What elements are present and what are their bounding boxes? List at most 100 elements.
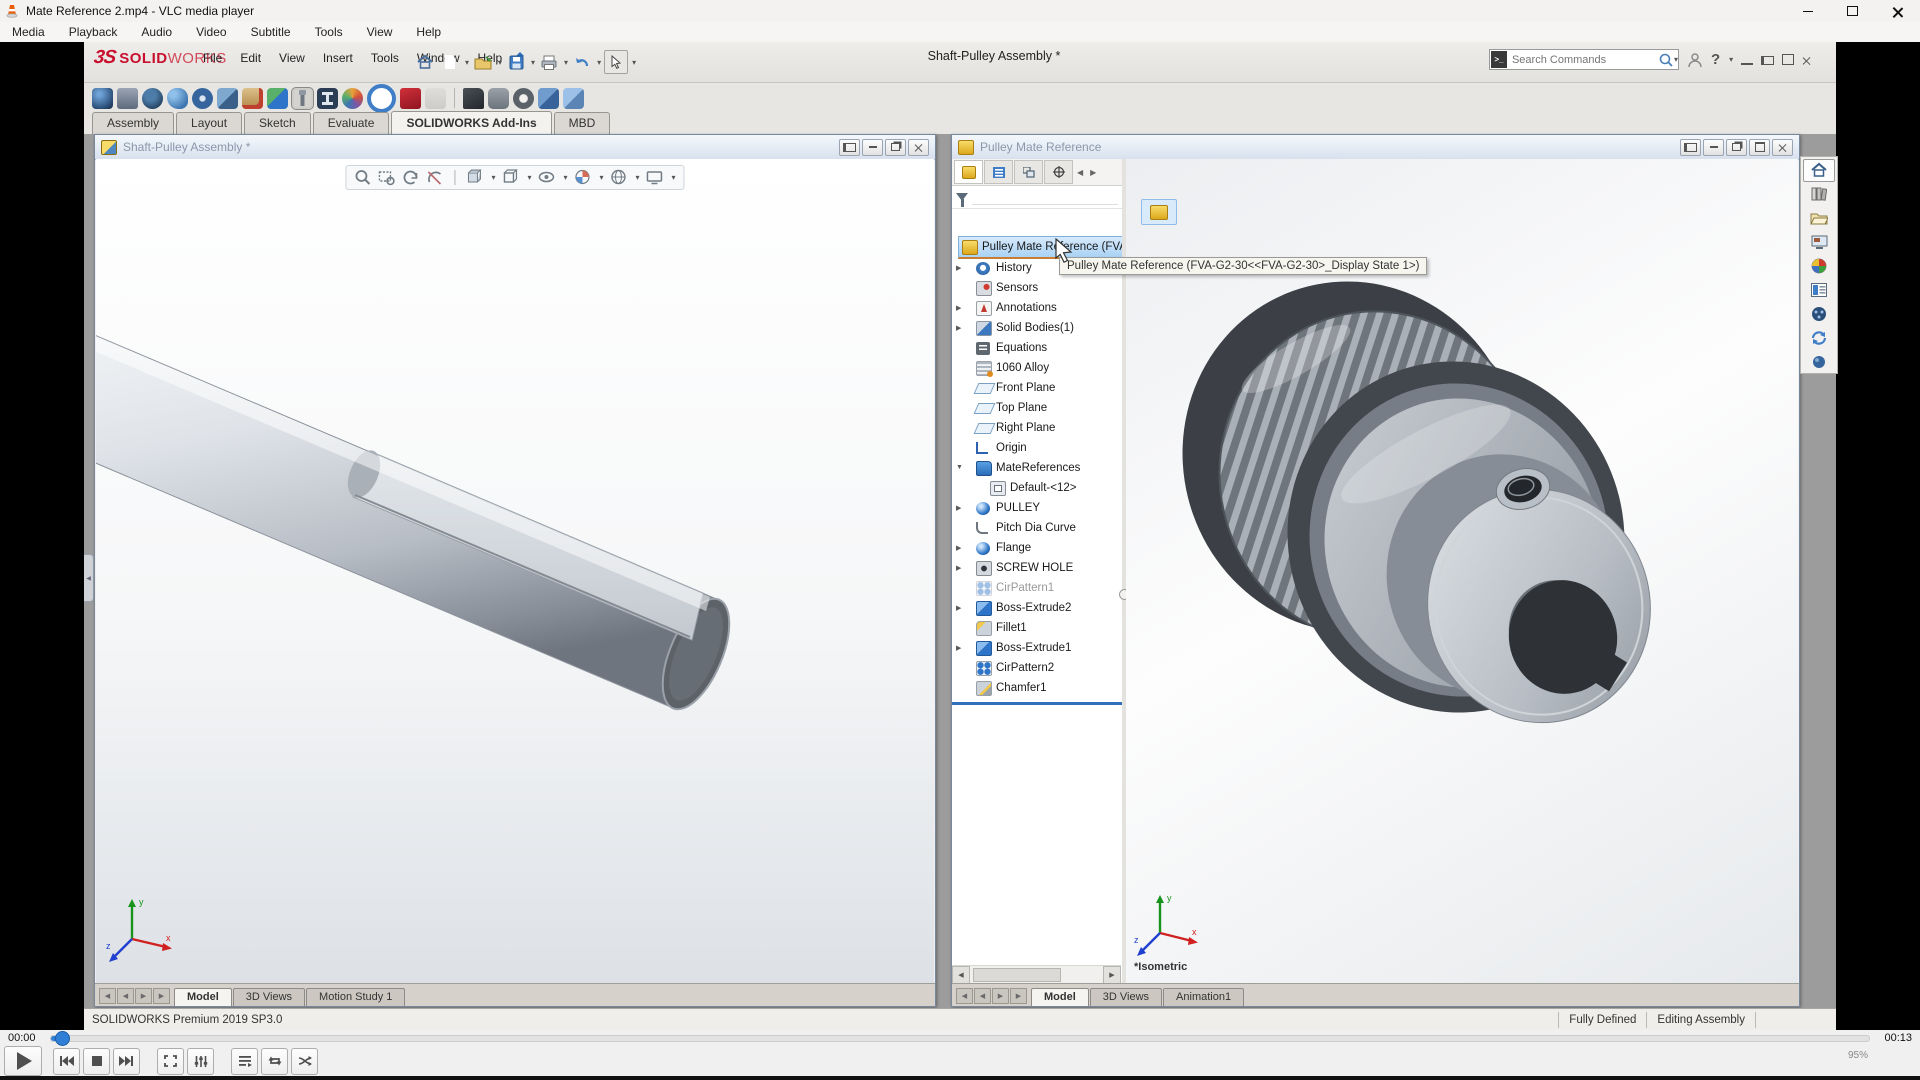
caret-icon[interactable]: ▾: [498, 58, 502, 67]
search-input[interactable]: [1508, 54, 1658, 66]
filter-input[interactable]: [972, 190, 1118, 205]
open-icon[interactable]: [472, 51, 494, 73]
menu-tools[interactable]: Tools: [303, 23, 355, 41]
tree-item-cirpattern1[interactable]: CirPattern1: [952, 578, 1122, 598]
appearances-icon[interactable]: [1803, 255, 1835, 278]
tree-item-boss-extrude1[interactable]: ▶Boss-Extrude1: [952, 638, 1122, 658]
window-restore-button[interactable]: [885, 139, 906, 156]
caret-icon[interactable]: ▾: [465, 58, 469, 67]
tree-item-screw-hole[interactable]: ▶SCREW HOLE: [952, 558, 1122, 578]
tree-item-matereferences[interactable]: ▼MateReferences: [952, 458, 1122, 478]
fullscreen-button[interactable]: [157, 1048, 184, 1075]
menu-view[interactable]: View: [355, 23, 405, 41]
cam-icon[interactable]: [463, 88, 484, 109]
tree-item-equations[interactable]: Equations: [952, 338, 1122, 358]
tree-item-annotations[interactable]: ▶Annotations: [952, 298, 1122, 318]
collapse-icon[interactable]: ▼: [956, 464, 963, 471]
tree-item-right-plane[interactable]: Right Plane: [952, 418, 1122, 438]
caret-icon[interactable]: ▾: [1729, 55, 1733, 64]
play-button[interactable]: [4, 1046, 42, 1076]
file-explorer-icon[interactable]: [1803, 207, 1835, 230]
window-menu-button[interactable]: [839, 139, 860, 156]
tree-item-material[interactable]: 1060 Alloy: [952, 358, 1122, 378]
help-icon[interactable]: ?: [1711, 51, 1720, 68]
sw-restore-icon[interactable]: [1761, 56, 1774, 65]
seek-bar[interactable]: [50, 1035, 1870, 1042]
scanto3d-icon[interactable]: [217, 88, 238, 109]
pane-collapse-handle[interactable]: ◀: [84, 554, 94, 602]
menu-subtitle[interactable]: Subtitle: [239, 23, 303, 41]
tab-mbd[interactable]: MBD: [554, 112, 611, 134]
routing-icon[interactable]: [192, 88, 213, 109]
expand-icon[interactable]: ▶: [956, 644, 961, 652]
window-menu-button[interactable]: [1680, 139, 1701, 156]
undo-icon[interactable]: [571, 51, 593, 73]
expand-icon[interactable]: ▶: [956, 564, 961, 572]
save-icon[interactable]: [505, 51, 527, 73]
tree-item-boss-extrude2[interactable]: ▶Boss-Extrude2: [952, 598, 1122, 618]
tree-item-pulley[interactable]: ▶PULLEY: [952, 498, 1122, 518]
minimize-button[interactable]: [1785, 0, 1830, 22]
tab-assembly[interactable]: Assembly: [92, 112, 174, 134]
tree-root-selection[interactable]: Pulley Mate Reference (FVA-: [958, 236, 1124, 259]
tree-hscrollbar[interactable]: ◀ ▶: [952, 965, 1121, 984]
home-tab-icon[interactable]: [1803, 159, 1835, 182]
expand-icon[interactable]: ▶: [956, 324, 961, 332]
toolbox-icon[interactable]: [292, 88, 313, 109]
tab-layout[interactable]: Layout: [176, 112, 242, 134]
tab-solidworks-add-ins[interactable]: SOLIDWORKS Add-Ins: [391, 111, 551, 134]
home-icon[interactable]: [414, 51, 436, 73]
extended-settings-button[interactable]: [187, 1048, 214, 1075]
tree-item-pitch-dia-curve[interactable]: Pitch Dia Curve: [952, 518, 1122, 538]
next-button[interactable]: [113, 1048, 140, 1075]
first-tab-button[interactable]: ◀: [99, 988, 116, 1004]
sw-menu-file[interactable]: File: [196, 48, 229, 68]
featuremanager-tree-tab[interactable]: [954, 160, 983, 184]
tab-animation1[interactable]: Animation1: [1163, 988, 1244, 1006]
tree-root-item[interactable]: Pulley Mate Reference (FVA-: [952, 236, 1122, 256]
caret-icon[interactable]: ▾: [531, 58, 535, 67]
pulley-model[interactable]: [1126, 159, 1798, 984]
scroll-thumb[interactable]: [973, 968, 1061, 982]
expand-icon[interactable]: ▶: [956, 544, 961, 552]
next-tab-button[interactable]: ▶: [135, 988, 152, 1004]
caret-icon[interactable]: ▾: [1674, 55, 1678, 64]
sw-close-icon[interactable]: [1802, 56, 1811, 65]
tree-item-sensors[interactable]: Sensors: [952, 278, 1122, 298]
custom-properties-icon[interactable]: [1803, 278, 1835, 301]
propertymanager-tab[interactable]: [984, 160, 1013, 184]
mbd-addin-icon[interactable]: [563, 88, 584, 109]
scroll-left-button[interactable]: ◀: [952, 966, 970, 984]
tab-3d-views[interactable]: 3D Views: [1090, 988, 1162, 1006]
expand-icon[interactable]: ▶: [956, 504, 961, 512]
caret-icon[interactable]: ▾: [564, 58, 568, 67]
inspection-icon[interactable]: [400, 88, 421, 109]
menu-audio[interactable]: Audio: [129, 23, 184, 41]
loop-button[interactable]: [261, 1048, 288, 1075]
sw-minimize-icon[interactable]: [1741, 63, 1753, 65]
playlist-button[interactable]: [231, 1048, 258, 1075]
simulation-icon[interactable]: [317, 88, 338, 109]
next-tab-button[interactable]: ▶: [992, 988, 1009, 1004]
caret-icon[interactable]: ▾: [632, 58, 636, 67]
menu-help[interactable]: Help: [404, 23, 453, 41]
dimxpertmanager-tab[interactable]: [1044, 160, 1073, 184]
window-close-button[interactable]: [1772, 139, 1793, 156]
window-close-button[interactable]: [908, 139, 929, 156]
select-icon[interactable]: [604, 50, 628, 74]
panel-tab-right-icon[interactable]: ▶: [1087, 168, 1099, 177]
prev-tab-button[interactable]: ◀: [117, 988, 134, 1004]
design-library-icon[interactable]: [1803, 183, 1835, 206]
motion-icon[interactable]: [92, 88, 113, 109]
expand-icon[interactable]: ▶: [956, 304, 961, 312]
seek-knob[interactable]: [55, 1031, 70, 1046]
sw-menu-view[interactable]: View: [272, 48, 312, 68]
window-minimize-button[interactable]: [862, 139, 883, 156]
window-maximize-button[interactable]: [1749, 139, 1770, 156]
circuitworks-icon[interactable]: [142, 88, 163, 109]
search-commands-box[interactable]: >_ ▾: [1489, 49, 1679, 70]
tree-item-front-plane[interactable]: Front Plane: [952, 378, 1122, 398]
tab-sketch[interactable]: Sketch: [244, 112, 311, 134]
caret-icon[interactable]: ▾: [597, 58, 601, 67]
photoview360-icon[interactable]: [167, 88, 188, 109]
